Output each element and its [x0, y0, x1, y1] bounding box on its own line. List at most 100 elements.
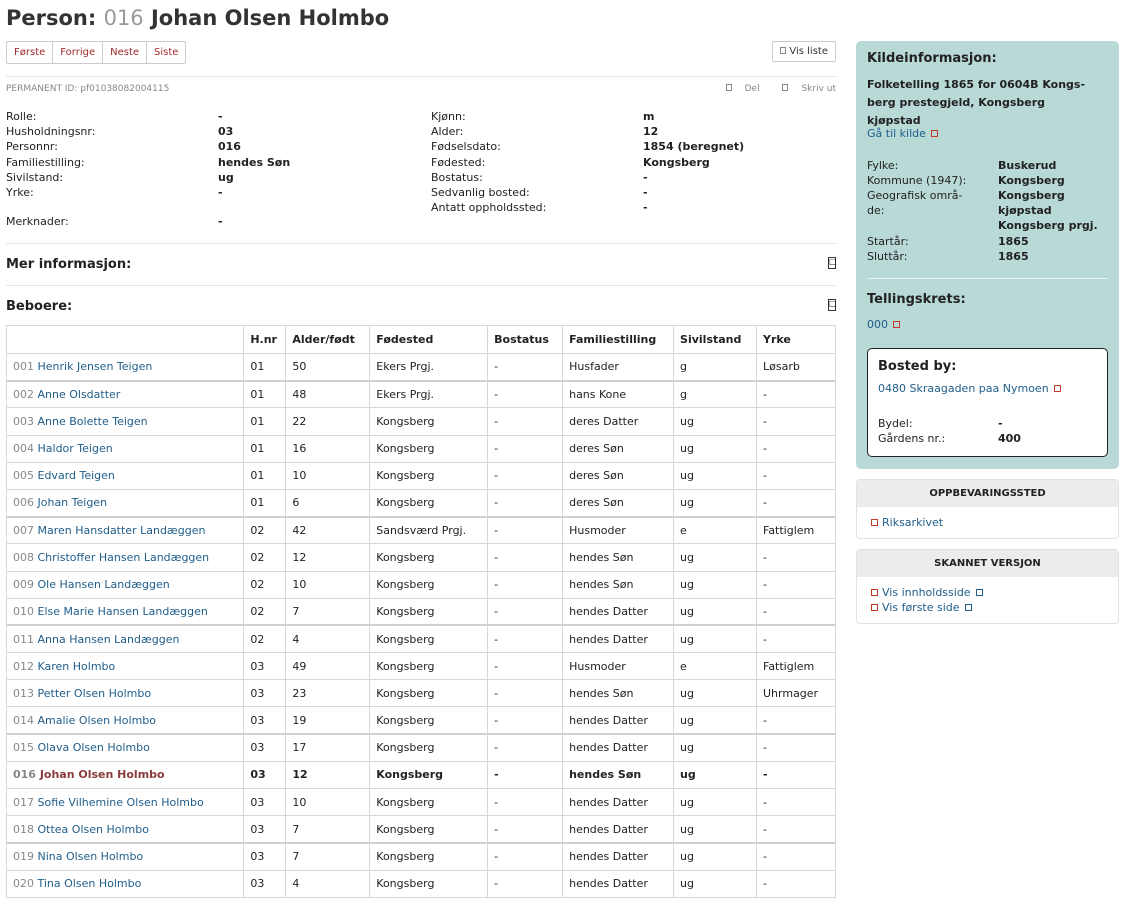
- print-button[interactable]: Skriv ut: [772, 84, 836, 94]
- bosted-link[interactable]: 0480 Skraagaden paa Nymoen: [878, 382, 1049, 395]
- table-row[interactable]: 011 Anna Hansen Landæggen 02 4 Kongsberg - he…: [5, 624, 836, 654]
- resident-cell: 014 Amalie Olsen Holmbo: [5, 706, 245, 735]
- resident-name-link[interactable]: Tina Olsen Holmbo: [38, 877, 142, 890]
- cell-yrke: -: [756, 869, 836, 898]
- cell-age: 10: [285, 570, 371, 599]
- divider: [6, 243, 836, 244]
- table-row[interactable]: 006 Johan Teigen 01 6 Kongsberg - deres Søn ug…: [5, 488, 836, 518]
- resident-name-link[interactable]: Sofie Vilhemine Olsen Holmbo: [38, 796, 204, 809]
- detail-label: Kjønn:: [431, 110, 466, 123]
- resident-cell: 016 Johan Olsen Holmbo: [5, 760, 245, 790]
- table-row[interactable]: 005 Edvard Teigen 01 10 Kongsberg - deres Søn…: [5, 461, 836, 490]
- cell-hnr: 02: [243, 515, 287, 545]
- cell-bostatus: -: [487, 570, 564, 599]
- cell-place: Kongsberg: [369, 679, 489, 708]
- cell-yrke: -: [756, 570, 836, 599]
- detail-label: Sivilstand:: [6, 170, 64, 184]
- resident-name-link[interactable]: Ole Hansen Landæggen: [38, 578, 170, 591]
- last-button[interactable]: Siste: [147, 42, 185, 63]
- detail-value: 03: [218, 125, 234, 139]
- share-button[interactable]: Del: [716, 84, 760, 94]
- cell-siv: ug: [673, 407, 757, 436]
- residents-table: H.nr Alder/født Fødested Bostatus Familiesti…: [5, 325, 836, 898]
- table-row[interactable]: 003 Anne Bolette Teigen 01 22 Kongsberg - der…: [5, 407, 836, 436]
- cell-siv: ug: [673, 787, 757, 817]
- resident-name-link[interactable]: Edvard Teigen: [38, 469, 115, 482]
- table-row[interactable]: 012 Karen Holmbo 03 49 Kongsberg - Husmoder e F…: [5, 652, 836, 681]
- table-row[interactable]: 015 Olava Olsen Holmbo 03 17 Kongsberg - hend…: [5, 733, 836, 762]
- table-row[interactable]: 007 Maren Hansdatter Landæggen 02 42 Sandsv…: [5, 515, 836, 545]
- resident-name-link[interactable]: Johan Teigen: [38, 496, 108, 509]
- resident-name-link[interactable]: Karen Holmbo: [38, 660, 116, 673]
- cell-bostatus: -: [487, 624, 564, 654]
- resident-name-link[interactable]: Ottea Olsen Holmbo: [38, 823, 149, 836]
- table-row[interactable]: 019 Nina Olsen Holmbo 03 7 Kongsberg - hendes…: [5, 841, 836, 871]
- resident-name-link[interactable]: Nina Olsen Holmbo: [38, 850, 144, 863]
- table-row[interactable]: 002 Anne Olsdatter 01 48 Ekers Prgj. - hans K…: [5, 379, 836, 409]
- detail-label: Sedvanlig bosted:: [431, 186, 530, 199]
- resident-name-link[interactable]: Anne Olsdatter: [38, 388, 121, 401]
- bosted-panel: Bosted by: 0480 Skraagaden paa Nymoen By…: [867, 348, 1108, 457]
- resident-name-link[interactable]: Johan Olsen Holmbo: [40, 768, 165, 781]
- table-row[interactable]: 018 Ottea Olsen Holmbo 03 7 Kongsberg - hende…: [5, 815, 836, 844]
- resident-name-link[interactable]: Maren Hansdatter Landæggen: [38, 524, 206, 537]
- table-row[interactable]: 020 Tina Olsen Holmbo 03 4 Kongsberg - hendes…: [5, 869, 836, 898]
- divider: [6, 285, 836, 286]
- vis-forste-side-link[interactable]: Vis første side: [882, 601, 960, 614]
- expand-mer-informasjon-icon[interactable]: □: [828, 257, 837, 269]
- cell-yrke: -: [756, 379, 836, 409]
- table-row[interactable]: 008 Christoffer Hansen Landæggen 02 12 Kong…: [5, 543, 836, 572]
- table-row[interactable]: 014 Amalie Olsen Holmbo 03 19 Kongsberg - hen…: [5, 706, 836, 735]
- kilde-heading: Kildeinformasjon:: [867, 51, 997, 66]
- cell-age: 19: [285, 706, 371, 735]
- resident-name-link[interactable]: Henrik Jensen Teigen: [38, 360, 153, 373]
- table-row[interactable]: 001 Henrik Jensen Teigen 01 50 Ekers Prgj. -…: [5, 352, 836, 382]
- table-row[interactable]: 016 Johan Olsen Holmbo 03 12 Kongsberg - hend…: [5, 760, 836, 790]
- resident-name-link[interactable]: Olava Olsen Holmbo: [38, 741, 150, 754]
- cell-yrke: -: [756, 407, 836, 436]
- table-row[interactable]: 004 Haldor Teigen 01 16 Kongsberg - deres Søn…: [5, 434, 836, 463]
- vis-innholdsside-link[interactable]: Vis innholdsside: [882, 586, 971, 599]
- cell-fam: hendes Datter: [562, 815, 675, 844]
- cell-yrke: -: [756, 733, 836, 762]
- cell-age: 6: [285, 488, 371, 518]
- first-button[interactable]: Første: [7, 42, 54, 63]
- person-number: 002: [13, 388, 34, 402]
- cell-age: 49: [285, 652, 371, 681]
- previous-button[interactable]: Forrige: [53, 42, 104, 63]
- archive-icon: [871, 519, 878, 526]
- detail-label: Fødselsdato:: [431, 140, 501, 154]
- cell-yrke: -: [756, 624, 836, 654]
- cell-bostatus: -: [487, 434, 564, 463]
- table-row[interactable]: 013 Petter Olsen Holmbo 03 23 Kongsberg - hen…: [5, 679, 836, 708]
- cell-siv: ug: [673, 841, 757, 871]
- table-row[interactable]: 010 Else Marie Hansen Landæggen 02 7 Kongsb…: [5, 597, 836, 626]
- cell-age: 4: [285, 869, 371, 898]
- column-header: Fødested: [369, 325, 489, 354]
- cell-bostatus: -: [487, 733, 564, 762]
- resident-cell: 011 Anna Hansen Landæggen: [5, 624, 245, 654]
- riksarkivet-link[interactable]: Riksarkivet: [882, 516, 943, 529]
- vis-liste-button[interactable]: Vis liste: [772, 41, 836, 62]
- image-icon: [871, 604, 878, 611]
- detail-value: hendes Søn: [218, 155, 291, 169]
- go-to-source-link[interactable]: Gå til kilde: [867, 127, 926, 140]
- resident-name-link[interactable]: Amalie Olsen Holmbo: [38, 714, 157, 727]
- resident-name-link[interactable]: Anna Hansen Landæggen: [38, 633, 180, 646]
- table-row[interactable]: 009 Ole Hansen Landæggen 02 10 Kongsberg - he…: [5, 570, 836, 599]
- resident-cell: 012 Karen Holmbo: [5, 652, 245, 681]
- cell-yrke: -: [756, 461, 836, 490]
- resident-name-link[interactable]: Petter Olsen Holmbo: [38, 687, 152, 700]
- resident-name-link[interactable]: Christoffer Hansen Landæggen: [38, 551, 210, 564]
- expand-beboere-icon[interactable]: □: [828, 299, 837, 311]
- tellingskrets-link[interactable]: 000: [867, 318, 888, 331]
- page-title: Person: 016 Johan Olsen Holmbo: [6, 6, 390, 30]
- cell-place: Kongsberg: [369, 461, 489, 490]
- table-row[interactable]: 017 Sofie Vilhemine Olsen Holmbo 03 10 Kong…: [5, 787, 836, 817]
- resident-name-link[interactable]: Haldor Teigen: [38, 442, 113, 455]
- cell-siv: ug: [673, 543, 757, 572]
- resident-name-link[interactable]: Anne Bolette Teigen: [38, 415, 148, 428]
- next-button[interactable]: Neste: [103, 42, 148, 63]
- resident-name-link[interactable]: Else Marie Hansen Landæggen: [38, 605, 208, 618]
- person-number: 005: [13, 469, 34, 483]
